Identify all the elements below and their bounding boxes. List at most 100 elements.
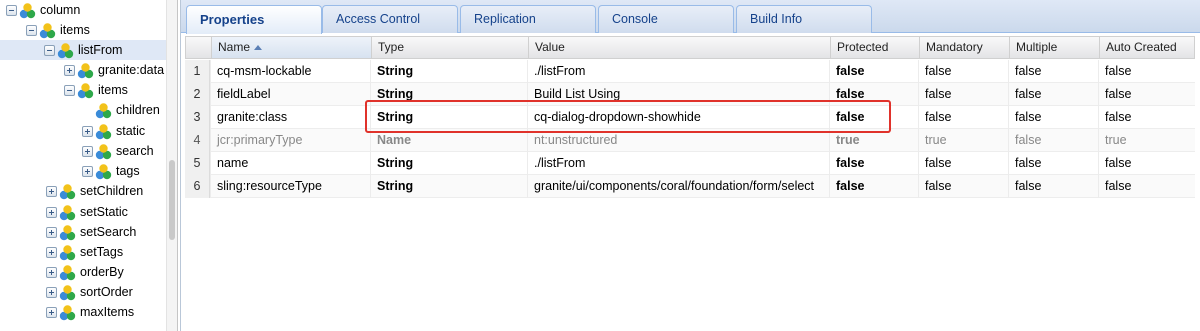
cell-mandatory[interactable]: false [918,175,1008,198]
tree-node-label: items [60,23,90,37]
cell-multiple[interactable]: false [1008,106,1098,129]
cell-multiple[interactable]: false [1008,129,1098,152]
node-icon [59,284,76,300]
expand-icon[interactable] [82,145,93,157]
tree-node-sortorder[interactable]: sortOrder [46,282,133,302]
cell-value[interactable]: granite/ui/components/coral/foundation/f… [527,175,829,198]
tree-scrollbar[interactable] [166,0,177,331]
tree-node-maxitems[interactable]: maxItems [46,302,134,322]
collapse-icon[interactable] [44,44,55,56]
tree-node-settags[interactable]: setTags [46,242,123,262]
expand-icon[interactable] [82,165,93,177]
tab-properties[interactable]: Properties [186,5,322,34]
cell-mandatory[interactable]: false [918,60,1008,83]
column-header-auto-created[interactable]: Auto Created [1099,37,1195,58]
expand-icon[interactable] [46,226,57,238]
tree-node-orderby[interactable]: orderBy [46,262,124,282]
collapse-icon[interactable] [64,84,75,96]
tab-console[interactable]: Console [598,5,734,33]
cell-name[interactable]: jcr:primaryType [210,129,370,152]
cell-type[interactable]: String [370,83,527,106]
repository-tree[interactable]: column items listFrom granite:data items… [0,0,178,331]
tree-node-search[interactable]: search [82,141,154,161]
cell-auto-created[interactable]: true [1098,129,1194,152]
tree-node-granite-data[interactable]: granite:data [64,60,164,80]
cell-value[interactable]: ./listFrom [527,60,829,83]
expand-icon[interactable] [46,286,57,298]
expand-icon[interactable] [82,125,93,137]
cell-value[interactable]: nt:unstructured [527,129,829,152]
row-number-header [186,37,211,58]
cell-multiple[interactable]: false [1008,152,1098,175]
tree-node-setchildren[interactable]: setChildren [46,181,143,201]
cell-type[interactable]: String [370,60,527,83]
tab-access-control[interactable]: Access Control [322,5,458,33]
column-header-name[interactable]: Name [211,37,371,58]
cell-name[interactable]: granite:class [210,106,370,129]
table-row[interactable]: 2 fieldLabel String Build List Using false fa… [185,83,1195,106]
tab-replication[interactable]: Replication [460,5,596,33]
cell-mandatory[interactable]: true [918,129,1008,152]
tree-node-listfrom[interactable]: listFrom [0,40,166,60]
column-header-multiple[interactable]: Multiple [1009,37,1099,58]
expand-icon[interactable] [46,246,57,258]
column-header-protected[interactable]: Protected [830,37,919,58]
table-row[interactable]: 6 sling:resourceType String granite/ui/comp… [185,175,1195,198]
expand-icon[interactable] [46,306,57,318]
tree-node-items-nested[interactable]: items [64,80,128,100]
node-icon [59,264,76,280]
cell-mandatory[interactable]: false [918,106,1008,129]
column-header-type[interactable]: Type [371,37,528,58]
cell-multiple[interactable]: false [1008,175,1098,198]
cell-auto-created[interactable]: false [1098,152,1194,175]
table-row[interactable]: 1 cq-msm-lockable String ./listFrom false fal… [185,60,1195,83]
cell-value[interactable]: cq-dialog-dropdown-showhide [527,106,829,129]
tree-node-static[interactable]: static [82,121,145,141]
cell-protected[interactable]: false [829,152,918,175]
cell-mandatory[interactable]: false [918,83,1008,106]
cell-name[interactable]: fieldLabel [210,83,370,106]
tab-build-info[interactable]: Build Info [736,5,872,33]
cell-protected[interactable]: true [829,129,918,152]
cell-name[interactable]: cq-msm-lockable [210,60,370,83]
cell-protected[interactable]: false [829,60,918,83]
node-icon [59,244,76,260]
table-row[interactable]: 5 name String ./listFrom false false false fals… [185,152,1195,175]
cell-auto-created[interactable]: false [1098,106,1194,129]
cell-type[interactable]: String [370,175,527,198]
cell-value[interactable]: Build List Using [527,83,829,106]
tree-node-setsearch[interactable]: setSearch [46,222,136,242]
tree-node-setstatic[interactable]: setStatic [46,202,128,222]
cell-auto-created[interactable]: false [1098,60,1194,83]
cell-name[interactable]: sling:resourceType [210,175,370,198]
tree-node-column[interactable]: column [6,0,80,20]
cell-name[interactable]: name [210,152,370,175]
cell-protected[interactable]: false [829,106,918,129]
collapse-icon[interactable] [26,24,37,36]
cell-type[interactable]: Name [370,129,527,152]
cell-multiple[interactable]: false [1008,83,1098,106]
expand-icon[interactable] [46,266,57,278]
column-header-mandatory[interactable]: Mandatory [919,37,1009,58]
cell-auto-created[interactable]: false [1098,83,1194,106]
cell-type[interactable]: String [370,106,527,129]
tree-node-children[interactable]: children [82,100,160,120]
table-row[interactable]: 3 granite:class String cq-dialog-dropdown-s… [185,106,1195,129]
cell-protected[interactable]: false [829,83,918,106]
cell-protected[interactable]: false [829,175,918,198]
expand-icon[interactable] [64,64,75,76]
tree-scrollbar-thumb[interactable] [169,160,175,240]
node-icon [95,143,112,159]
cell-multiple[interactable]: false [1008,60,1098,83]
cell-type[interactable]: String [370,152,527,175]
cell-value[interactable]: ./listFrom [527,152,829,175]
cell-auto-created[interactable]: false [1098,175,1194,198]
collapse-icon[interactable] [6,4,17,16]
expand-icon[interactable] [46,206,57,218]
table-row[interactable]: 4 jcr:primaryType Name nt:unstructured true t… [185,129,1195,152]
cell-mandatory[interactable]: false [918,152,1008,175]
column-header-value[interactable]: Value [528,37,830,58]
expand-icon[interactable] [46,185,57,197]
tree-node-tags[interactable]: tags [82,161,140,181]
tree-node-items[interactable]: items [26,20,90,40]
